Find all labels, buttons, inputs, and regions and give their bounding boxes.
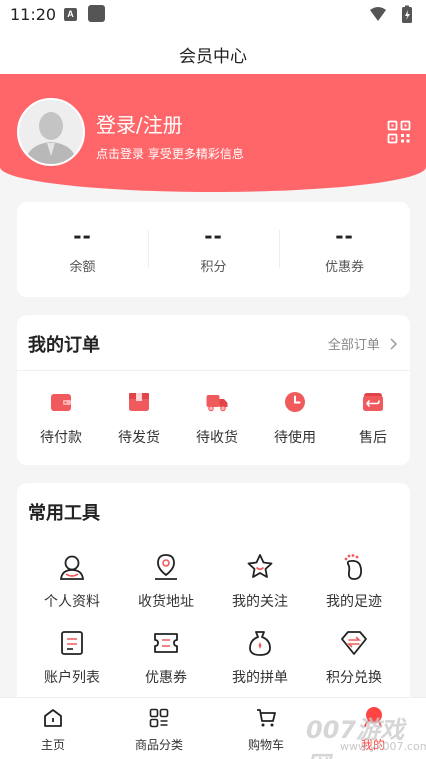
notification-a-icon: A — [64, 8, 77, 21]
tool-label: 我的关注 — [232, 594, 288, 610]
order-label: 待使用 — [274, 430, 316, 446]
my-orders-card: 我的订单 全部订单 待付款 待发货 待收货 待使用 售后 — [17, 315, 410, 465]
points-value: -- — [204, 224, 223, 248]
clock-icon — [285, 392, 305, 412]
watermark-url: www.yx007.com — [340, 740, 426, 753]
coupons-value: -- — [335, 224, 354, 248]
tab-label: 购物车 — [247, 738, 284, 752]
tool-coupon[interactable]: 优惠券 — [119, 629, 213, 689]
group-buy-icon — [249, 631, 271, 656]
tab-category[interactable]: 商品分类 — [106, 698, 212, 759]
wifi-battery-icon — [370, 5, 412, 23]
location-icon — [155, 554, 177, 580]
account-list-icon — [61, 631, 83, 655]
all-orders-label: 全部订单 — [327, 338, 380, 353]
order-to-ship[interactable]: 待发货 — [100, 391, 178, 451]
status-bar: 11:20 A — [0, 0, 426, 30]
category-icon — [149, 708, 169, 728]
account-stats-card: -- 余额 -- 积分 -- 优惠券 — [17, 202, 410, 297]
tool-label: 优惠券 — [145, 670, 187, 686]
avatar[interactable] — [17, 98, 85, 166]
order-to-receive[interactable]: 待收货 — [178, 391, 256, 451]
star-icon — [247, 554, 273, 578]
login-register-link[interactable]: 登录/注册 — [96, 109, 183, 138]
tool-group-buy[interactable]: 我的拼单 — [213, 629, 307, 689]
wallet-icon — [51, 394, 71, 411]
order-label: 待收货 — [196, 430, 238, 446]
tool-account-list[interactable]: 账户列表 — [25, 629, 119, 689]
balance-stat[interactable]: -- 余额 — [17, 202, 148, 297]
points-stat[interactable]: -- 积分 — [148, 202, 279, 297]
tool-label: 账户列表 — [44, 670, 100, 686]
balance-label: 余额 — [69, 260, 96, 275]
all-orders-link[interactable]: 全部订单 — [328, 334, 398, 353]
tool-label: 我的拼单 — [232, 670, 288, 686]
tool-following[interactable]: 我的关注 — [213, 553, 307, 613]
divider — [17, 370, 410, 371]
order-label: 待发货 — [118, 430, 160, 446]
order-label: 待付款 — [40, 430, 82, 446]
page-title: 会员中心 — [179, 47, 247, 67]
chevron-right-icon — [390, 338, 398, 350]
notification-square-icon — [88, 5, 105, 22]
nav-bar: 会员中心 — [0, 30, 426, 74]
points-label: 积分 — [200, 260, 227, 275]
tools-title: 常用工具 — [28, 503, 100, 524]
tab-cart[interactable]: 购物车 — [213, 698, 319, 759]
common-tools-card: 常用工具 个人资料 收货地址 我的关注 我的足迹 账户列表 优惠券 我的拼单 积… — [17, 483, 410, 709]
tool-label: 个人资料 — [44, 594, 100, 610]
return-icon — [363, 393, 383, 411]
footprint-icon — [344, 554, 363, 580]
orders-title: 我的订单 — [28, 335, 100, 356]
coupons-label: 优惠券 — [324, 260, 364, 275]
tool-label: 我的足迹 — [326, 594, 382, 610]
tool-label: 收货地址 — [138, 594, 194, 610]
tab-label: 主页 — [40, 738, 65, 752]
points-exchange-icon — [341, 631, 367, 655]
tab-home[interactable]: 主页 — [0, 698, 106, 759]
order-label: 售后 — [359, 430, 387, 446]
order-after-sales[interactable]: 售后 — [334, 391, 412, 451]
box-icon — [129, 393, 149, 411]
coupons-stat[interactable]: -- 优惠券 — [279, 202, 410, 297]
coupon-icon — [154, 633, 178, 653]
status-time: 11:20 — [10, 5, 57, 24]
tool-address[interactable]: 收货地址 — [119, 553, 213, 613]
order-pending-payment[interactable]: 待付款 — [22, 391, 100, 451]
order-to-use[interactable]: 待使用 — [256, 391, 334, 451]
tool-profile[interactable]: 个人资料 — [25, 553, 119, 613]
person-icon — [59, 555, 85, 580]
home-icon — [44, 709, 62, 727]
tool-points-exchange[interactable]: 积分兑换 — [307, 629, 401, 689]
tool-footprint[interactable]: 我的足迹 — [307, 553, 401, 613]
cart-icon — [257, 709, 276, 727]
tab-label: 商品分类 — [134, 738, 183, 752]
login-subtitle[interactable]: 点击登录 享受更多精彩信息 — [96, 145, 244, 162]
tool-label: 积分兑换 — [326, 670, 382, 686]
truck-icon — [206, 395, 228, 412]
qr-code-icon[interactable] — [387, 120, 411, 144]
default-avatar-icon — [19, 100, 83, 164]
balance-value: -- — [73, 224, 92, 248]
